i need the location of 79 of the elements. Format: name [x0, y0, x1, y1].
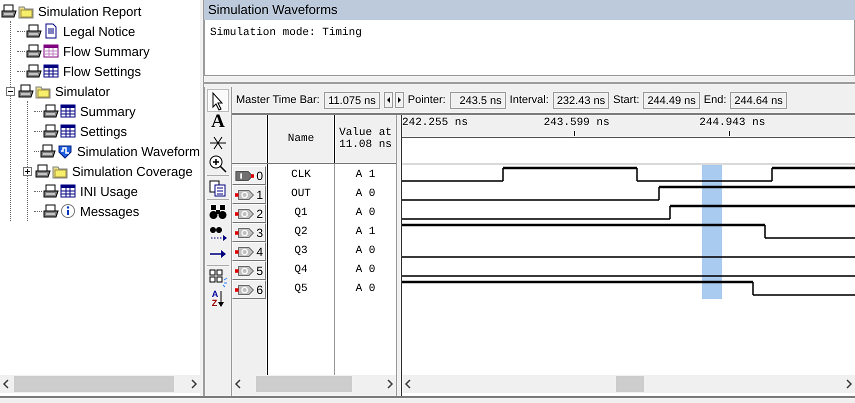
signal-value: A 0: [354, 263, 376, 278]
tree-item[interactable]: Simulator: [52, 84, 110, 98]
table-icon: [60, 103, 76, 119]
signal-button[interactable]: 1: [232, 185, 266, 204]
tree-item[interactable]: Flow Settings: [60, 64, 142, 78]
text-tool-button[interactable]: A: [211, 112, 225, 132]
signal-button[interactable]: 0: [232, 166, 266, 185]
signal-name: Q3: [293, 244, 309, 259]
signal-name: Q4: [293, 263, 309, 278]
time-field: 244.49 ns: [643, 92, 700, 108]
signal-value: A 1: [354, 225, 376, 240]
tree-item[interactable]: Simulation Coverage: [69, 164, 193, 178]
time-field: 244.64 ns: [730, 92, 787, 108]
panel-title: Simulation Waveforms: [204, 0, 855, 20]
copy-icon[interactable]: [208, 178, 228, 198]
signal-button[interactable]: 4: [232, 242, 266, 261]
step-left-button[interactable]: [384, 92, 393, 108]
horizontal-scrollbar[interactable]: [232, 375, 396, 393]
output-pin-icon: [235, 226, 254, 240]
signal-value: A 1: [354, 168, 376, 183]
group-icon[interactable]: [208, 268, 228, 288]
table-icon: [43, 63, 59, 79]
time-field: 232.43 ns: [552, 92, 610, 108]
printer-icon: [18, 83, 34, 99]
collapse-icon[interactable]: [6, 86, 15, 96]
tree-item[interactable]: Legal Notice: [60, 24, 136, 38]
signal-name: OUT: [290, 187, 312, 202]
field-label: Master Time Bar:: [236, 94, 320, 106]
output-pin-icon: [235, 188, 254, 202]
signal-button[interactable]: 6: [232, 280, 266, 299]
output-pin-icon: [235, 264, 254, 278]
output-pin-icon: [235, 282, 254, 296]
step-right-button[interactable]: [394, 92, 404, 108]
field-label: Start:: [613, 94, 640, 106]
sort-button[interactable]: A Z: [212, 290, 224, 308]
zoom-icon[interactable]: [208, 154, 228, 174]
table-icon: [43, 43, 59, 59]
signal-value: A 0: [354, 187, 376, 202]
ruler-label: 243.599 ns: [544, 116, 611, 131]
scrollbar-thumb[interactable]: [14, 376, 174, 392]
signal-name: CLK: [290, 168, 312, 183]
signal-button[interactable]: 3: [232, 223, 266, 242]
tree-item[interactable]: INI Usage: [77, 184, 138, 198]
expand-icon[interactable]: [23, 166, 32, 176]
signal-value: A 0: [354, 282, 376, 297]
document-icon: [43, 23, 59, 39]
signal-value: A 0: [354, 206, 376, 221]
message-text: Simulation mode: Timing: [210, 27, 362, 39]
time-field: 11.075 ns: [324, 92, 380, 108]
ruler-label: 242.255 ns: [402, 116, 470, 131]
horizontal-scrollbar[interactable]: [402, 375, 855, 393]
signal-button[interactable]: 5: [232, 261, 266, 280]
output-pin-icon: [235, 206, 254, 220]
output-pin-icon: [235, 244, 254, 258]
signal-name: Q2: [293, 225, 309, 240]
signal-button[interactable]: 2: [232, 204, 266, 223]
tree-item[interactable]: Settings: [77, 124, 127, 138]
field-label: Interval:: [510, 94, 549, 106]
scrollbar-thumb[interactable]: [256, 376, 352, 392]
ruler-label: 244.943 ns: [699, 116, 766, 131]
tree-item[interactable]: Summary: [77, 104, 136, 118]
field-label: End:: [704, 94, 726, 106]
waveform-icon: [56, 143, 73, 159]
table-icon: [60, 123, 76, 139]
signal-value: A 0: [354, 244, 376, 259]
tree-item[interactable]: Messages: [77, 204, 140, 218]
horizontal-scrollbar[interactable]: [0, 375, 200, 393]
tree-item[interactable]: Simulation Waveform: [74, 144, 200, 158]
info-icon: [60, 203, 76, 219]
scrollbar-thumb[interactable]: [616, 376, 644, 392]
signal-name: Q5: [293, 282, 309, 297]
time-field: 243.5 ns: [450, 92, 506, 108]
printer-icon: [35, 163, 51, 179]
input-pin-icon: [235, 168, 254, 182]
field-label: Pointer:: [408, 94, 446, 106]
signal-name: Q1: [293, 206, 309, 221]
table-icon: [60, 183, 76, 199]
tree-item[interactable]: Simulation Report: [35, 4, 142, 18]
tree-item[interactable]: Flow Summary: [60, 44, 150, 58]
